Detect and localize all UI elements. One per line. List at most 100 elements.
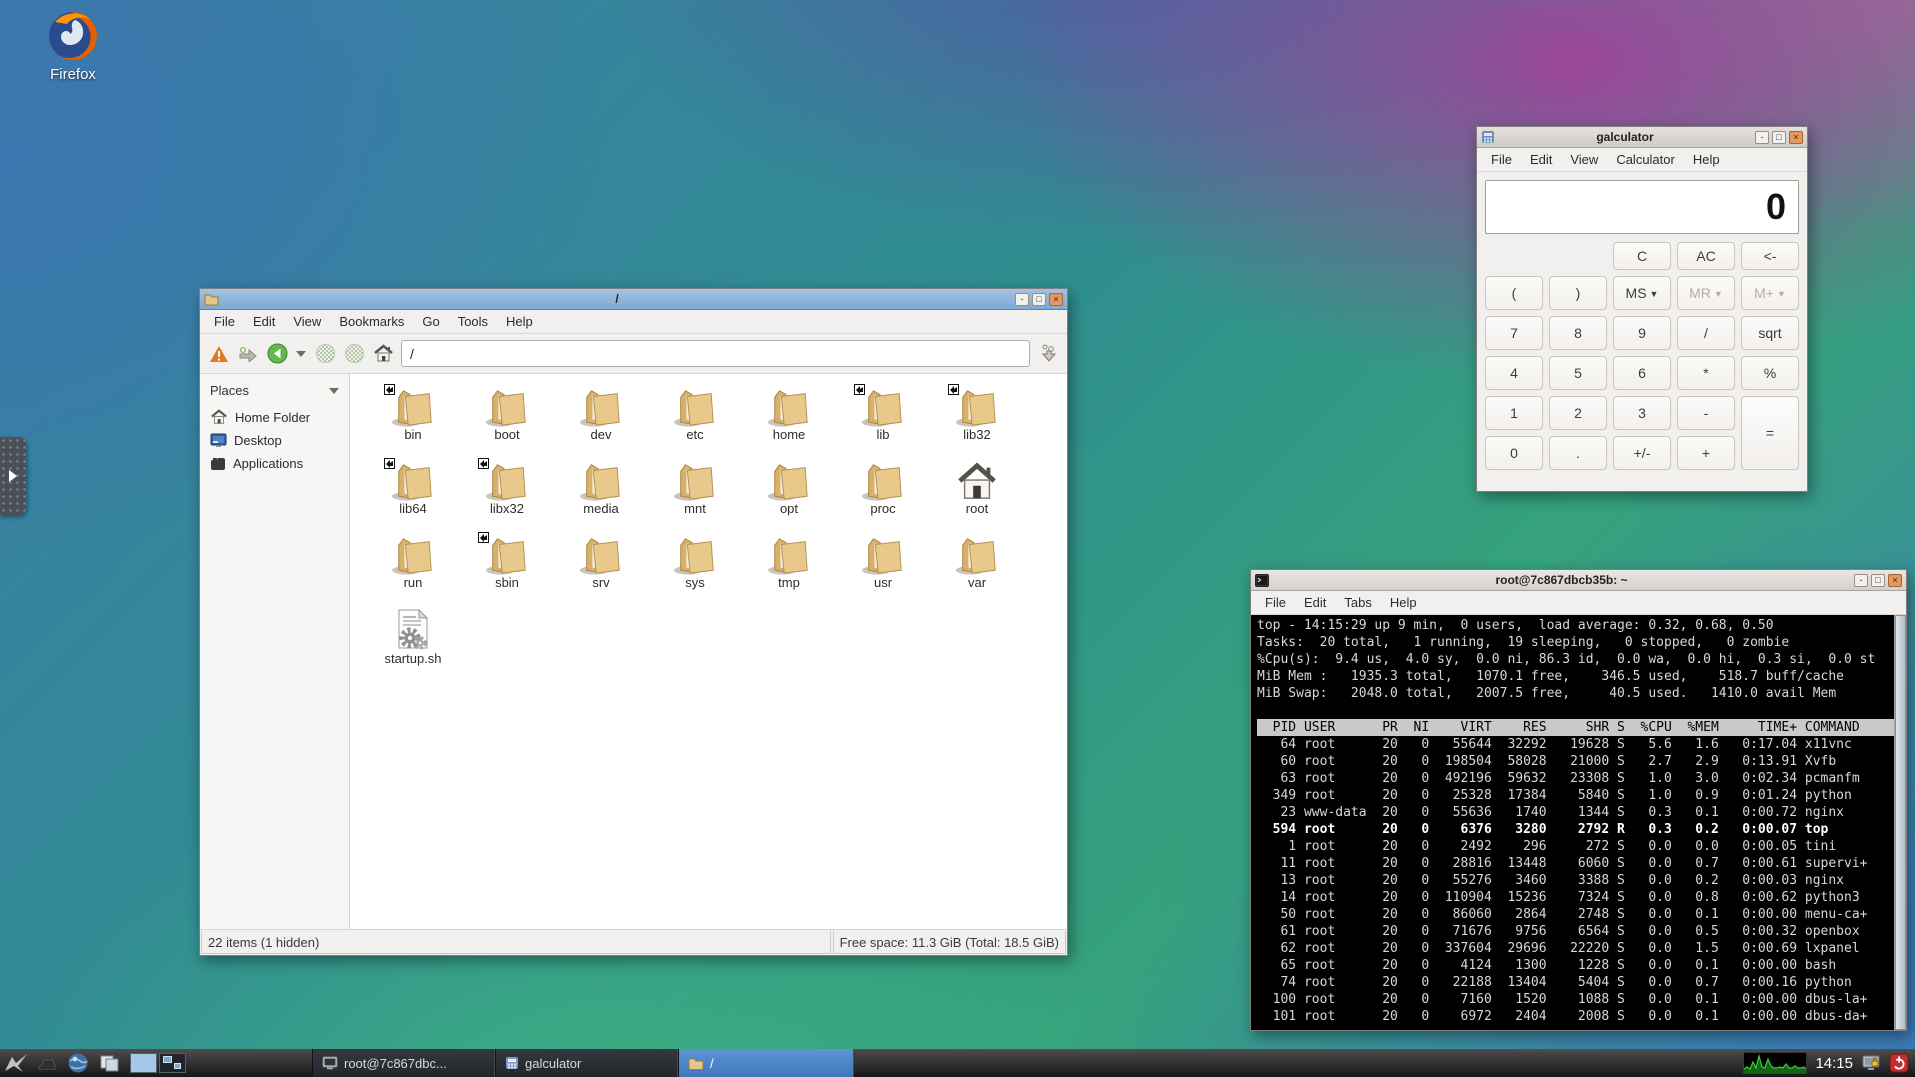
taskbar-task-galculator[interactable]: galculator	[495, 1049, 678, 1077]
menu-help[interactable]: Help	[1685, 148, 1728, 171]
file-item-etc[interactable]: etc	[648, 386, 742, 460]
menu-tools[interactable]: Tools	[450, 310, 496, 333]
chevron-down-icon[interactable]	[295, 343, 307, 365]
calc-key-sqrt[interactable]: sqrt	[1741, 316, 1799, 350]
fm-places-header[interactable]: Places	[200, 378, 349, 405]
minimize-button[interactable]: -	[1755, 130, 1769, 144]
file-item-usr[interactable]: usr	[836, 534, 930, 608]
term-scrollbar-thumb[interactable]	[1895, 615, 1906, 1030]
calc-key-2[interactable]: 2	[1549, 396, 1607, 430]
menu-calculator[interactable]: Calculator	[1608, 148, 1683, 171]
file-item-lib[interactable]: lib	[836, 384, 930, 460]
menu-go[interactable]: Go	[414, 310, 447, 333]
file-item-bin[interactable]: bin	[366, 384, 460, 460]
cpu-monitor-icon[interactable]	[1743, 1052, 1808, 1074]
firefox-shortcut[interactable]: Firefox	[18, 8, 128, 83]
calc-key-7[interactable]: 7	[1485, 316, 1543, 350]
file-item-sys[interactable]: sys	[648, 534, 742, 608]
maximize-button[interactable]: □	[1772, 130, 1786, 144]
calc-key-=[interactable]: =	[1741, 396, 1799, 470]
fm-titlebar[interactable]: / - □ ×	[200, 289, 1067, 310]
close-button[interactable]: ×	[1049, 292, 1063, 306]
file-item-libx32[interactable]: libx32	[460, 458, 554, 534]
file-item-opt[interactable]: opt	[742, 460, 836, 534]
file-item-sbin[interactable]: sbin	[460, 532, 554, 608]
term-scrollbar[interactable]	[1894, 615, 1906, 1030]
workspace-2[interactable]	[159, 1053, 186, 1073]
calc-key-4[interactable]: 4	[1485, 356, 1543, 390]
calc-key-.[interactable]: .	[1549, 436, 1607, 470]
minimize-all-button[interactable]	[31, 1049, 62, 1077]
menu-help[interactable]: Help	[498, 310, 541, 333]
calc-titlebar[interactable]: galculator - □ ×	[1477, 127, 1807, 148]
calc-key-5[interactable]: 5	[1549, 356, 1607, 390]
back-icon[interactable]	[266, 343, 288, 365]
file-item-run[interactable]: run	[366, 534, 460, 608]
calc-key-9[interactable]: 9	[1613, 316, 1671, 350]
calc-key-3[interactable]: 3	[1613, 396, 1671, 430]
calc-key-ac[interactable]: AC	[1677, 242, 1735, 270]
web-browser-icon[interactable]	[62, 1049, 93, 1077]
lock-screen-icon[interactable]	[1861, 1053, 1881, 1073]
calc-key-/[interactable]: /	[1677, 316, 1735, 350]
workspace-1[interactable]	[130, 1053, 157, 1073]
minimize-button[interactable]: -	[1015, 292, 1029, 306]
menu-help[interactable]: Help	[1382, 591, 1425, 614]
calc-key-ms[interactable]: MS ▼	[1613, 276, 1671, 310]
path-input[interactable]	[401, 340, 1030, 367]
sidebar-item-applications[interactable]: Applications	[200, 452, 349, 475]
file-item-var[interactable]: var	[930, 534, 1024, 608]
calc-key-*[interactable]: *	[1677, 356, 1735, 390]
calc-key-m+[interactable]: M+ ▼	[1741, 276, 1799, 310]
file-item-root[interactable]: root	[930, 460, 1024, 534]
calc-key-<-[interactable]: <-	[1741, 242, 1799, 270]
file-item-boot[interactable]: boot	[460, 386, 554, 460]
file-item-lib64[interactable]: lib64	[366, 458, 460, 534]
new-tab-icon[interactable]	[237, 343, 259, 365]
menu-bookmarks[interactable]: Bookmarks	[331, 310, 412, 333]
menu-edit[interactable]: Edit	[1296, 591, 1334, 614]
file-item-srv[interactable]: srv	[554, 534, 648, 608]
sidebar-item-desktop[interactable]: Desktop	[200, 429, 349, 452]
clock[interactable]: 14:15	[1815, 1055, 1853, 1072]
taskbar-task--[interactable]: /	[678, 1049, 854, 1077]
file-item-proc[interactable]: proc	[836, 460, 930, 534]
calc-key-0[interactable]: 0	[1485, 436, 1543, 470]
file-item-mnt[interactable]: mnt	[648, 460, 742, 534]
calc-key-%[interactable]: %	[1741, 356, 1799, 390]
file-manager-icon[interactable]	[93, 1049, 124, 1077]
home-icon[interactable]	[372, 343, 394, 365]
menu-file[interactable]: File	[206, 310, 243, 333]
go-icon[interactable]	[1037, 343, 1059, 365]
menu-view[interactable]: View	[1562, 148, 1606, 171]
calc-key-8[interactable]: 8	[1549, 316, 1607, 350]
calc-key-mr[interactable]: MR ▼	[1677, 276, 1735, 310]
calc-key-+/-[interactable]: +/-	[1613, 436, 1671, 470]
menu-file[interactable]: File	[1483, 148, 1520, 171]
lxde-menu-button[interactable]	[0, 1049, 31, 1077]
minimize-button[interactable]: -	[1854, 573, 1868, 587]
file-item-media[interactable]: media	[554, 460, 648, 534]
sidebar-item-home-folder[interactable]: Home Folder	[200, 405, 349, 429]
calc-key-([interactable]: (	[1485, 276, 1543, 310]
menu-edit[interactable]: Edit	[1522, 148, 1560, 171]
power-button[interactable]	[1889, 1053, 1909, 1073]
close-button[interactable]: ×	[1789, 130, 1803, 144]
calc-key--[interactable]: -	[1677, 396, 1735, 430]
close-button[interactable]: ×	[1888, 573, 1902, 587]
menu-file[interactable]: File	[1257, 591, 1294, 614]
maximize-button[interactable]: □	[1032, 292, 1046, 306]
file-item-tmp[interactable]: tmp	[742, 534, 836, 608]
calc-key-+[interactable]: +	[1677, 436, 1735, 470]
calc-key-6[interactable]: 6	[1613, 356, 1671, 390]
workspace-pager[interactable]	[130, 1053, 186, 1073]
file-item-lib32[interactable]: lib32	[930, 384, 1024, 460]
maximize-button[interactable]: □	[1871, 573, 1885, 587]
menu-edit[interactable]: Edit	[245, 310, 283, 333]
file-item-startup.sh[interactable]: startup.sh	[366, 608, 460, 682]
file-item-home[interactable]: home	[742, 386, 836, 460]
calc-key-)[interactable]: )	[1549, 276, 1607, 310]
taskbar-task-root-7c867dbc-[interactable]: root@7c867dbc...	[312, 1049, 495, 1077]
menu-view[interactable]: View	[285, 310, 329, 333]
file-item-dev[interactable]: dev	[554, 386, 648, 460]
